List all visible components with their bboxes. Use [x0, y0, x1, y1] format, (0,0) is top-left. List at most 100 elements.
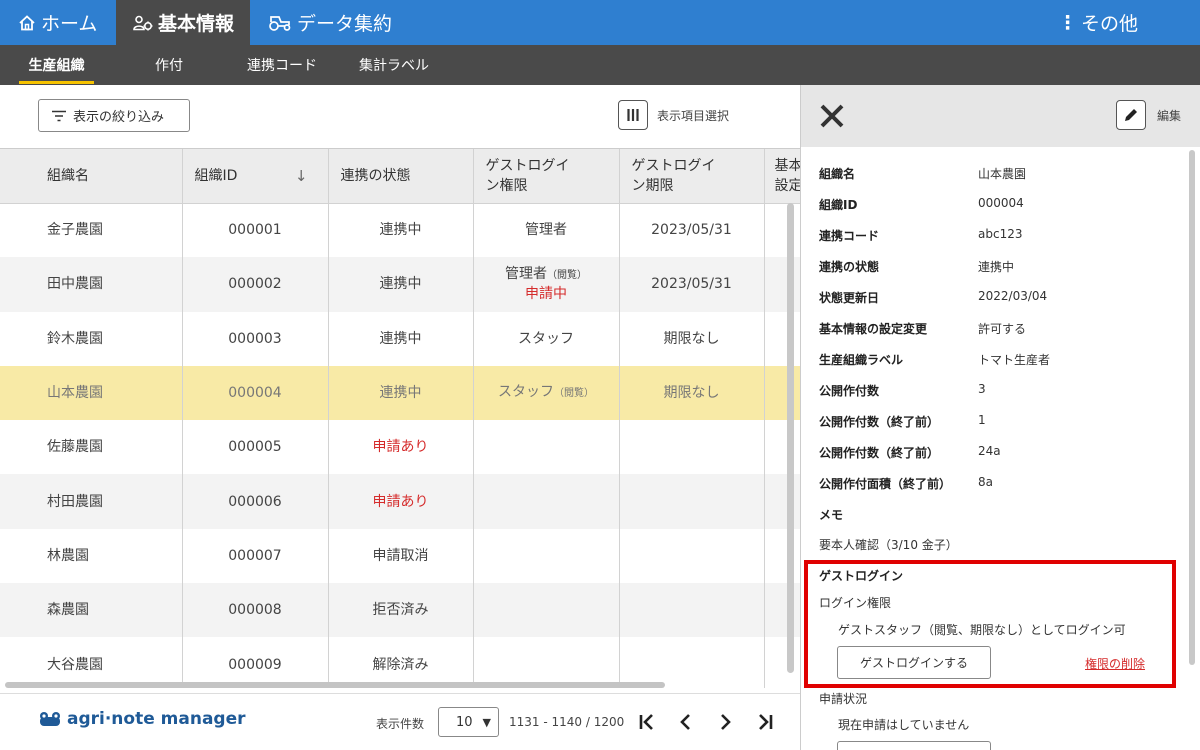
caret-down-icon: ▼ — [482, 716, 491, 729]
column-header-guest-expiry[interactable]: ゲストログイ ン期限 — [619, 149, 765, 204]
request-status-label: 申請状況 — [819, 692, 868, 706]
filter-button-label: 表示の絞り込み — [73, 110, 165, 125]
close-button[interactable] — [815, 99, 849, 133]
nav-tab-basic-info[interactable]: 基本情報 — [116, 0, 250, 45]
column-header-org-id[interactable]: 組織ID ↓ — [182, 149, 329, 204]
cell-org-id: 000006 — [182, 474, 329, 529]
cell-org-name: 佐藤農園 — [0, 420, 183, 475]
header-line: 基本 — [774, 157, 801, 174]
detail-field-label: 公開作付面積（終了前） — [819, 477, 952, 491]
detail-field-value: 許可する — [978, 322, 1027, 336]
guest-permission: スタッフ — [518, 330, 574, 347]
organization-table: 組織名 組織ID ↓ 連携の状態 ゲストログイ ン権限 ゲストログイ ン期限 基本設定… — [0, 148, 800, 688]
header-line: ゲストログイ — [485, 157, 570, 174]
header-line: 組織ID — [194, 167, 238, 184]
detail-field-value: 8a — [978, 475, 993, 489]
next-page-button[interactable] — [712, 708, 738, 736]
cell-guest-expiry: 期限なし — [619, 365, 765, 421]
guest-permission-note: （閲覧） — [547, 270, 587, 282]
subnav-tab-link-code[interactable]: 連携コード — [240, 45, 324, 85]
detail-field-label: 連携の状態 — [819, 260, 880, 274]
table-row[interactable]: 田中農園 000002 連携中 管理者（閲覧） 申請中 2023/05/31 — [0, 257, 800, 312]
last-page-button[interactable] — [752, 708, 778, 736]
detail-field-value: 連携中 — [978, 260, 1015, 274]
page-size-select[interactable]: 10 ▼ — [438, 707, 499, 737]
table-row[interactable]: 大谷農園 000009 解除済み — [0, 637, 800, 688]
table-vertical-scrollbar[interactable] — [787, 203, 794, 673]
cell-org-id: 000008 — [182, 583, 329, 638]
table-row[interactable]: 村田農園 000006 申請あり — [0, 474, 800, 529]
remove-permission-link[interactable]: 権限の削除 — [1085, 655, 1145, 672]
link-status: 申請あり — [372, 493, 429, 510]
filter-button[interactable]: 表示の絞り込み — [38, 99, 190, 132]
cell-org-id: 000004 — [182, 365, 329, 421]
link-status: 連携中 — [379, 276, 422, 293]
org-id: 000001 — [228, 222, 282, 239]
main-content: 表示の絞り込み 表示項目選択 組織名 組織ID ↓ 連携の状態 ゲストログイ ン権限… — [0, 85, 800, 750]
cell-basic-settings — [764, 474, 800, 529]
cell-link-status: 申請あり — [328, 474, 474, 529]
nav-more-menu[interactable]: ⋮ その他 — [1058, 0, 1138, 45]
header-line: ゲストログイ — [631, 157, 716, 174]
column-header-org-name[interactable]: 組織名 — [0, 149, 183, 204]
cell-basic-settings — [764, 637, 800, 688]
nav-tab-home-label: ホーム — [41, 13, 98, 35]
cell-org-id: 000001 — [182, 203, 329, 258]
guest-login-permission-label: ログイン権限 — [819, 596, 892, 610]
detail-field-value: 2022/03/04 — [978, 289, 1048, 303]
link-status: 連携中 — [379, 222, 422, 239]
filter-lines-icon — [52, 110, 66, 121]
column-select-button[interactable] — [618, 100, 648, 130]
pencil-icon — [1125, 109, 1137, 121]
cell-org-name: 村田農園 — [0, 474, 183, 529]
column-header-link-status[interactable]: 連携の状態 — [328, 149, 474, 204]
link-status: 連携中 — [379, 330, 422, 347]
org-name: 大谷農園 — [47, 656, 103, 673]
panel-scrollbar[interactable] — [1189, 150, 1195, 665]
detail-field-value: 1 — [978, 413, 986, 427]
subnav-tab-planting[interactable]: 作付 — [145, 45, 193, 85]
column-header-guest-permission[interactable]: ゲストログイ ン権限 — [473, 149, 620, 204]
guest-expiry: 2023/05/31 — [651, 276, 732, 293]
subnav-tab-organization[interactable]: 生産組織 — [19, 45, 94, 85]
edit-button[interactable] — [1116, 100, 1146, 130]
column-select-label[interactable]: 表示項目選択 — [657, 107, 729, 124]
prev-page-button[interactable] — [673, 708, 699, 736]
guest-expiry: 期限なし — [663, 385, 720, 402]
detail-field-value: 山本農園 — [978, 167, 1027, 181]
detail-field-label: 組織ID — [819, 198, 858, 212]
edit-label[interactable]: 編集 — [1157, 107, 1181, 124]
cell-link-status: 拒否済み — [328, 583, 474, 638]
column-header-basic-settings[interactable]: 基本 設定 — [764, 149, 801, 204]
nav-tab-data-aggregation-label: データ集約 — [297, 13, 393, 35]
link-status: 申請取消 — [372, 547, 429, 564]
header-line: 設定 — [774, 177, 801, 194]
chevron-left-icon — [680, 714, 690, 730]
table-row[interactable]: 鈴木農園 000003 連携中 スタッフ 期限なし — [0, 311, 800, 366]
nav-more-label: その他 — [1080, 13, 1138, 35]
cell-guest-expiry: 期限なし — [619, 311, 765, 366]
cell-basic-settings — [764, 257, 800, 312]
subnav-tab-summary-label[interactable]: 集計ラベル — [353, 45, 435, 85]
close-icon — [820, 104, 844, 128]
first-page-button[interactable] — [634, 708, 660, 736]
cell-org-name: 山本農園 — [0, 365, 183, 421]
sort-down-arrow-icon[interactable]: ↓ — [295, 166, 308, 186]
nav-tab-home[interactable]: ホーム — [0, 0, 116, 45]
cell-guest-permission: スタッフ（閲覧） — [473, 365, 620, 421]
detail-field-label: 公開作付数 — [819, 384, 880, 398]
table-row[interactable]: 金子農園 000001 連携中 管理者 2023/05/31 — [0, 203, 800, 258]
nav-tab-data-aggregation[interactable]: データ集約 — [250, 0, 410, 45]
guest-permission: 管理者 — [505, 266, 547, 283]
guest-login-button[interactable]: ゲストログインする — [837, 646, 991, 679]
table-horizontal-scrollbar[interactable] — [5, 682, 665, 688]
sub-navigation: 生産組織 作付 連携コード 集計ラベル — [0, 45, 1200, 85]
table-row[interactable]: 林農園 000007 申請取消 — [0, 528, 800, 584]
table-row[interactable]: 森農園 000008 拒否済み — [0, 583, 800, 638]
table-row[interactable]: 佐藤農園 000005 申請あり — [0, 420, 800, 475]
table-row[interactable]: 山本農園 000004 連携中 スタッフ（閲覧） 期限なし — [0, 365, 800, 421]
detail-field-label: 基本情報の設定変更 — [819, 322, 928, 336]
cell-basic-settings — [764, 528, 800, 584]
cell-basic-settings — [764, 311, 800, 366]
request-button[interactable] — [837, 741, 991, 750]
